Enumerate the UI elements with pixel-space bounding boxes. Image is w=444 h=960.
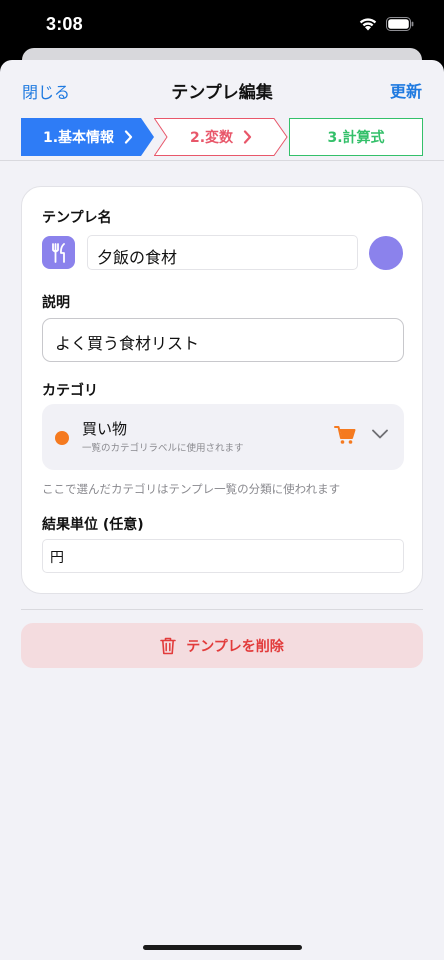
step-indicator: 1.基本情報 2.変数 3.計算式 [21, 118, 423, 156]
category-subtitle: 一覧のカテゴリラベルに使用されます [82, 443, 244, 454]
chevron-right-icon [124, 130, 133, 144]
template-name-input[interactable]: 夕飯の食材 [87, 235, 358, 270]
nav-bar: 閉じる テンプレ編集 更新 [0, 60, 444, 116]
status-icons [358, 16, 414, 31]
step-variables-label: 2.変数 [189, 130, 234, 146]
step-formula[interactable]: 3.計算式 [289, 118, 423, 156]
chevron-right-icon [243, 130, 252, 144]
fork-knife-icon [51, 242, 65, 263]
template-name-label: テンプレ名 [42, 210, 112, 226]
theme-color-picker[interactable] [369, 236, 403, 270]
wifi-icon [359, 18, 377, 31]
status-time: 3:08 [46, 14, 83, 34]
divider [21, 609, 423, 610]
edit-template-sheet: 閉じる テンプレ編集 更新 1.基本情報 2.変数 3.計算式 テンプレ名 夕飯… [0, 60, 444, 960]
trash-icon [160, 637, 177, 654]
step-formula-label: 3.計算式 [327, 130, 385, 146]
step-basic-info-label: 1.基本情報 [42, 130, 115, 146]
category-picker[interactable]: 買い物 一覧のカテゴリラベルに使用されます [42, 404, 404, 470]
update-button[interactable]: 更新 [390, 78, 422, 102]
chevron-down-icon [372, 429, 388, 439]
status-bar: 3:08 [0, 0, 444, 50]
category-label: カテゴリ [42, 383, 98, 399]
result-unit-input[interactable]: 円 [42, 539, 404, 573]
category-hint: ここで選んだカテゴリはテンプレ一覧の分類に使われます [42, 482, 341, 496]
home-indicator [143, 945, 302, 950]
delete-template-button[interactable]: テンプレを削除 [21, 623, 423, 668]
step-variables[interactable]: 2.変数 [154, 118, 288, 156]
category-name: 買い物 [82, 420, 128, 438]
delete-template-label: テンプレを削除 [186, 638, 284, 655]
divider [0, 160, 444, 161]
category-color-dot [55, 431, 69, 445]
template-icon-button[interactable] [42, 236, 75, 269]
battery-icon [386, 16, 414, 31]
result-unit-label: 結果単位 (任意) [42, 517, 144, 533]
cart-icon [334, 426, 356, 444]
basic-info-card: テンプレ名 夕飯の食材 説明 よく買う食材リスト カテゴリ 買い物 一覧のカテゴ… [21, 186, 423, 594]
description-input[interactable]: よく買う食材リスト [42, 318, 404, 362]
description-label: 説明 [42, 295, 70, 311]
page-title: テンプレ編集 [171, 83, 273, 103]
step-basic-info[interactable]: 1.基本情報 [21, 118, 155, 156]
